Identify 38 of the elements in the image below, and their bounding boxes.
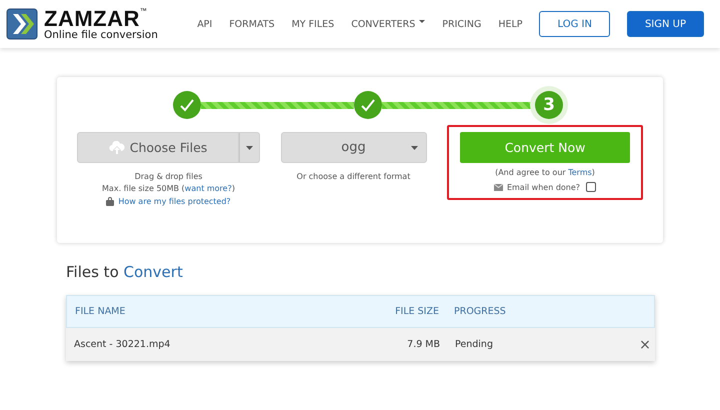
- nav-link[interactable]: API: [197, 18, 212, 30]
- caret-icon: [410, 146, 418, 150]
- step-circle: 3: [535, 91, 563, 119]
- column-header: PROGRESS: [454, 306, 507, 317]
- drag-drop-hint: Drag & drop files: [134, 172, 202, 181]
- caret-icon: [246, 146, 253, 150]
- nav-link[interactable]: HELP: [498, 18, 522, 30]
- nav-link[interactable]: PRICING: [442, 18, 482, 30]
- format-hint: Or choose a different format: [296, 172, 410, 181]
- column-header: FILE SIZE: [394, 306, 440, 317]
- protection-link[interactable]: How are my files protected?: [118, 196, 231, 206]
- tagline: Online file conversion: [44, 30, 158, 40]
- email-checkbox[interactable]: [586, 182, 596, 192]
- check-icon: [361, 98, 375, 112]
- section-heading: Files to Convert: [66, 263, 184, 281]
- source-dropdown-button[interactable]: [239, 132, 260, 163]
- file-size-limit: Max. file size 50MB (want more?): [102, 184, 235, 193]
- terms-link[interactable]: Terms: [568, 168, 592, 177]
- format-select[interactable]: ogg: [280, 132, 426, 163]
- check-icon: [180, 98, 194, 112]
- envelope-icon: [494, 184, 503, 190]
- signup-button[interactable]: SIGN UP: [626, 11, 704, 37]
- cloud-upload-icon: [108, 141, 125, 154]
- remove-button[interactable]: ×: [635, 336, 655, 352]
- email-label: Email when done?: [506, 182, 580, 192]
- nav-link[interactable]: FORMATS: [229, 18, 275, 30]
- file-name: Ascent - 30221.mp4: [74, 339, 172, 350]
- nav-link[interactable]: MY FILES: [292, 18, 334, 30]
- logo-icon: [6, 8, 38, 40]
- progress-status: Pending: [455, 339, 494, 350]
- login-button[interactable]: LOG IN: [539, 11, 610, 37]
- column-header: FILE NAME: [75, 306, 126, 317]
- choose-files-button[interactable]: Choose Files: [77, 132, 239, 163]
- file-size: 7.9 MB: [406, 339, 441, 350]
- nav-link[interactable]: CONVERTERS: [351, 18, 426, 30]
- want-more-link[interactable]: want more?: [184, 184, 232, 193]
- lock-icon: [106, 196, 114, 206]
- terms-notice: (And agree to our Terms): [495, 168, 595, 177]
